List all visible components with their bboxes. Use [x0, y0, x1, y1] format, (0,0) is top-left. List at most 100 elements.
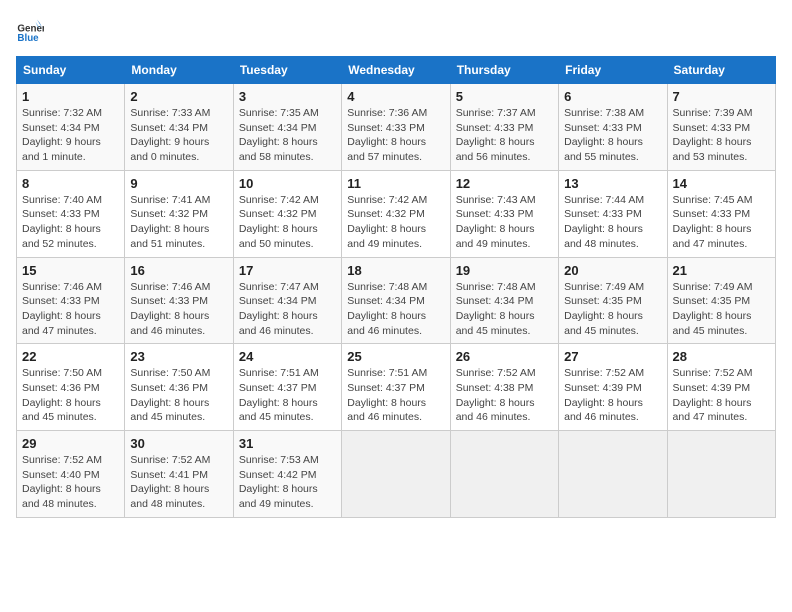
calendar-cell: 21 Sunrise: 7:49 AM Sunset: 4:35 PM Dayl… [667, 257, 775, 344]
calendar-cell: 25 Sunrise: 7:51 AM Sunset: 4:37 PM Dayl… [342, 344, 450, 431]
day-info: Sunrise: 7:43 AM Sunset: 4:33 PM Dayligh… [456, 193, 553, 252]
calendar-week-5: 29 Sunrise: 7:52 AM Sunset: 4:40 PM Dayl… [17, 431, 776, 518]
day-info: Sunrise: 7:50 AM Sunset: 4:36 PM Dayligh… [130, 366, 227, 425]
day-info: Sunrise: 7:52 AM Sunset: 4:39 PM Dayligh… [564, 366, 661, 425]
calendar-cell: 17 Sunrise: 7:47 AM Sunset: 4:34 PM Dayl… [233, 257, 341, 344]
calendar-cell: 22 Sunrise: 7:50 AM Sunset: 4:36 PM Dayl… [17, 344, 125, 431]
day-info: Sunrise: 7:35 AM Sunset: 4:34 PM Dayligh… [239, 106, 336, 165]
svg-text:Blue: Blue [17, 33, 39, 44]
day-number: 12 [456, 176, 553, 191]
calendar-cell: 10 Sunrise: 7:42 AM Sunset: 4:32 PM Dayl… [233, 170, 341, 257]
day-number: 31 [239, 436, 336, 451]
calendar-week-1: 1 Sunrise: 7:32 AM Sunset: 4:34 PM Dayli… [17, 84, 776, 171]
calendar-cell: 26 Sunrise: 7:52 AM Sunset: 4:38 PM Dayl… [450, 344, 558, 431]
calendar-cell: 28 Sunrise: 7:52 AM Sunset: 4:39 PM Dayl… [667, 344, 775, 431]
day-number: 14 [673, 176, 770, 191]
weekday-friday: Friday [559, 57, 667, 84]
day-info: Sunrise: 7:49 AM Sunset: 4:35 PM Dayligh… [564, 280, 661, 339]
page-header: General Blue [16, 16, 776, 44]
weekday-sunday: Sunday [17, 57, 125, 84]
calendar-cell [559, 431, 667, 518]
day-number: 28 [673, 349, 770, 364]
day-info: Sunrise: 7:52 AM Sunset: 4:38 PM Dayligh… [456, 366, 553, 425]
day-number: 26 [456, 349, 553, 364]
weekday-tuesday: Tuesday [233, 57, 341, 84]
logo-icon: General Blue [16, 16, 44, 44]
calendar-cell: 6 Sunrise: 7:38 AM Sunset: 4:33 PM Dayli… [559, 84, 667, 171]
calendar-cell: 15 Sunrise: 7:46 AM Sunset: 4:33 PM Dayl… [17, 257, 125, 344]
day-number: 29 [22, 436, 119, 451]
calendar-cell: 27 Sunrise: 7:52 AM Sunset: 4:39 PM Dayl… [559, 344, 667, 431]
day-info: Sunrise: 7:47 AM Sunset: 4:34 PM Dayligh… [239, 280, 336, 339]
calendar-cell: 14 Sunrise: 7:45 AM Sunset: 4:33 PM Dayl… [667, 170, 775, 257]
day-number: 27 [564, 349, 661, 364]
day-number: 11 [347, 176, 444, 191]
day-info: Sunrise: 7:42 AM Sunset: 4:32 PM Dayligh… [347, 193, 444, 252]
day-info: Sunrise: 7:53 AM Sunset: 4:42 PM Dayligh… [239, 453, 336, 512]
day-info: Sunrise: 7:41 AM Sunset: 4:32 PM Dayligh… [130, 193, 227, 252]
day-info: Sunrise: 7:45 AM Sunset: 4:33 PM Dayligh… [673, 193, 770, 252]
calendar-cell: 4 Sunrise: 7:36 AM Sunset: 4:33 PM Dayli… [342, 84, 450, 171]
calendar-week-3: 15 Sunrise: 7:46 AM Sunset: 4:33 PM Dayl… [17, 257, 776, 344]
day-number: 22 [22, 349, 119, 364]
day-info: Sunrise: 7:44 AM Sunset: 4:33 PM Dayligh… [564, 193, 661, 252]
calendar-table: SundayMondayTuesdayWednesdayThursdayFrid… [16, 56, 776, 518]
day-info: Sunrise: 7:46 AM Sunset: 4:33 PM Dayligh… [130, 280, 227, 339]
day-number: 8 [22, 176, 119, 191]
day-number: 4 [347, 89, 444, 104]
calendar-cell [450, 431, 558, 518]
calendar-cell: 3 Sunrise: 7:35 AM Sunset: 4:34 PM Dayli… [233, 84, 341, 171]
calendar-week-2: 8 Sunrise: 7:40 AM Sunset: 4:33 PM Dayli… [17, 170, 776, 257]
day-info: Sunrise: 7:32 AM Sunset: 4:34 PM Dayligh… [22, 106, 119, 165]
day-number: 23 [130, 349, 227, 364]
calendar-cell: 13 Sunrise: 7:44 AM Sunset: 4:33 PM Dayl… [559, 170, 667, 257]
logo: General Blue [16, 16, 48, 44]
calendar-cell: 29 Sunrise: 7:52 AM Sunset: 4:40 PM Dayl… [17, 431, 125, 518]
day-number: 13 [564, 176, 661, 191]
day-number: 24 [239, 349, 336, 364]
day-info: Sunrise: 7:39 AM Sunset: 4:33 PM Dayligh… [673, 106, 770, 165]
calendar-body: 1 Sunrise: 7:32 AM Sunset: 4:34 PM Dayli… [17, 84, 776, 518]
weekday-thursday: Thursday [450, 57, 558, 84]
day-info: Sunrise: 7:48 AM Sunset: 4:34 PM Dayligh… [456, 280, 553, 339]
day-number: 3 [239, 89, 336, 104]
day-number: 9 [130, 176, 227, 191]
day-info: Sunrise: 7:42 AM Sunset: 4:32 PM Dayligh… [239, 193, 336, 252]
day-info: Sunrise: 7:51 AM Sunset: 4:37 PM Dayligh… [239, 366, 336, 425]
day-number: 20 [564, 263, 661, 278]
day-info: Sunrise: 7:51 AM Sunset: 4:37 PM Dayligh… [347, 366, 444, 425]
weekday-monday: Monday [125, 57, 233, 84]
day-number: 6 [564, 89, 661, 104]
calendar-cell: 24 Sunrise: 7:51 AM Sunset: 4:37 PM Dayl… [233, 344, 341, 431]
day-number: 7 [673, 89, 770, 104]
calendar-cell [342, 431, 450, 518]
calendar-cell: 19 Sunrise: 7:48 AM Sunset: 4:34 PM Dayl… [450, 257, 558, 344]
day-number: 5 [456, 89, 553, 104]
day-number: 17 [239, 263, 336, 278]
day-number: 10 [239, 176, 336, 191]
day-info: Sunrise: 7:40 AM Sunset: 4:33 PM Dayligh… [22, 193, 119, 252]
calendar-cell: 31 Sunrise: 7:53 AM Sunset: 4:42 PM Dayl… [233, 431, 341, 518]
day-number: 2 [130, 89, 227, 104]
day-info: Sunrise: 7:37 AM Sunset: 4:33 PM Dayligh… [456, 106, 553, 165]
calendar-cell: 20 Sunrise: 7:49 AM Sunset: 4:35 PM Dayl… [559, 257, 667, 344]
day-info: Sunrise: 7:52 AM Sunset: 4:39 PM Dayligh… [673, 366, 770, 425]
day-number: 18 [347, 263, 444, 278]
weekday-header-row: SundayMondayTuesdayWednesdayThursdayFrid… [17, 57, 776, 84]
day-info: Sunrise: 7:48 AM Sunset: 4:34 PM Dayligh… [347, 280, 444, 339]
day-number: 1 [22, 89, 119, 104]
calendar-cell: 12 Sunrise: 7:43 AM Sunset: 4:33 PM Dayl… [450, 170, 558, 257]
day-number: 30 [130, 436, 227, 451]
calendar-cell: 11 Sunrise: 7:42 AM Sunset: 4:32 PM Dayl… [342, 170, 450, 257]
weekday-saturday: Saturday [667, 57, 775, 84]
day-info: Sunrise: 7:33 AM Sunset: 4:34 PM Dayligh… [130, 106, 227, 165]
calendar-cell: 9 Sunrise: 7:41 AM Sunset: 4:32 PM Dayli… [125, 170, 233, 257]
calendar-cell: 16 Sunrise: 7:46 AM Sunset: 4:33 PM Dayl… [125, 257, 233, 344]
day-number: 19 [456, 263, 553, 278]
day-number: 15 [22, 263, 119, 278]
calendar-cell: 30 Sunrise: 7:52 AM Sunset: 4:41 PM Dayl… [125, 431, 233, 518]
calendar-cell: 5 Sunrise: 7:37 AM Sunset: 4:33 PM Dayli… [450, 84, 558, 171]
day-number: 21 [673, 263, 770, 278]
calendar-week-4: 22 Sunrise: 7:50 AM Sunset: 4:36 PM Dayl… [17, 344, 776, 431]
calendar-cell: 1 Sunrise: 7:32 AM Sunset: 4:34 PM Dayli… [17, 84, 125, 171]
